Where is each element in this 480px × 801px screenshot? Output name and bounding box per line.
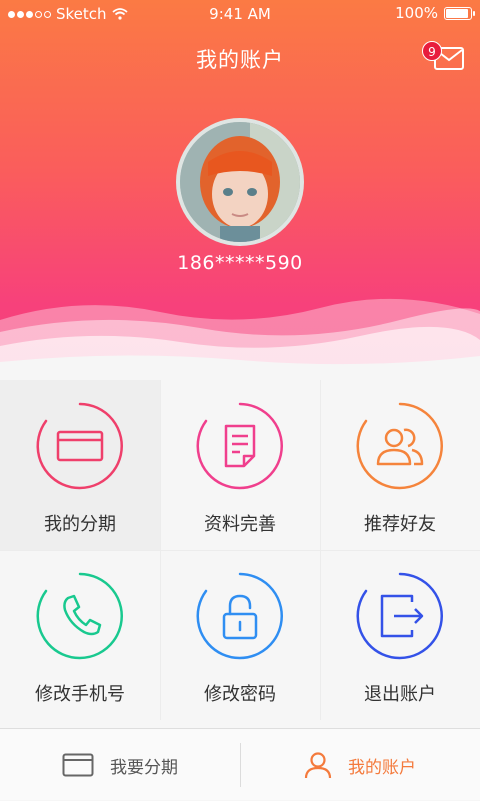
masked-phone-number: 186*****590	[177, 252, 303, 274]
unlock-icon	[196, 572, 283, 660]
battery-status: 100%	[395, 4, 475, 22]
menu-recommend-friends[interactable]: 推荐好友	[320, 380, 480, 550]
menu-label: 修改手机号	[35, 684, 125, 705]
page-title: 我的账户	[196, 48, 284, 72]
tab-bar: 我要分期 我的账户	[0, 728, 480, 800]
account-menu-grid: 我的分期 资料完善 推荐好友 修改手机号 修改密码 退出账户	[0, 380, 480, 728]
person-icon	[304, 752, 332, 779]
card-icon	[62, 753, 94, 777]
menu-change-password[interactable]: 修改密码	[160, 550, 320, 720]
menu-label: 我的分期	[44, 514, 116, 535]
friends-icon	[356, 402, 443, 490]
menu-logout[interactable]: 退出账户	[320, 550, 480, 720]
menu-label: 推荐好友	[364, 514, 436, 535]
tab-my-account[interactable]: 我的账户	[240, 729, 480, 801]
logout-icon	[356, 572, 443, 660]
mail-badge: 9	[422, 41, 442, 61]
status-bar: Sketch 9:41 AM 100%	[0, 0, 480, 28]
document-icon	[196, 402, 283, 490]
menu-label: 修改密码	[204, 684, 276, 705]
tab-label: 我要分期	[110, 757, 178, 778]
avatar[interactable]	[176, 118, 304, 246]
wave-decoration	[0, 298, 480, 380]
profile-header: Sketch 9:41 AM 100% 我的账户 9 186*****590	[0, 0, 480, 380]
tab-label: 我的账户	[348, 757, 416, 778]
menu-complete-profile[interactable]: 资料完善	[160, 380, 320, 550]
tab-installment[interactable]: 我要分期	[0, 729, 240, 801]
menu-change-phone[interactable]: 修改手机号	[0, 550, 160, 720]
phone-icon	[36, 572, 123, 660]
battery-percent: 100%	[395, 4, 438, 22]
card-icon	[36, 402, 123, 490]
avatar-photo	[180, 122, 300, 242]
menu-my-installments[interactable]: 我的分期	[0, 380, 160, 550]
menu-label: 资料完善	[204, 514, 276, 535]
menu-label: 退出账户	[364, 684, 436, 705]
battery-icon	[444, 6, 475, 20]
